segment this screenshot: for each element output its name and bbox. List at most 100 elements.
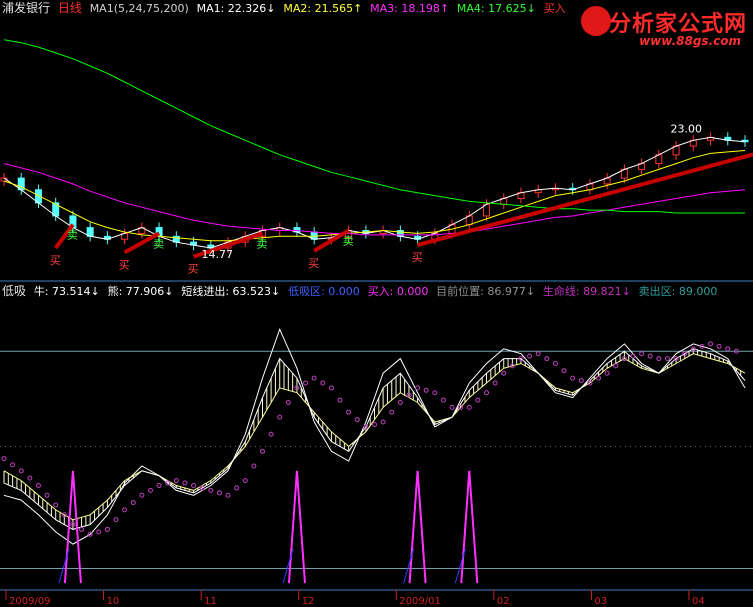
- indicator-line-3: [3, 348, 746, 530]
- x-axis-label: 2009/01: [399, 596, 441, 607]
- life-line-dot: [1, 456, 7, 462]
- chart-canvas: 买卖买卖买卖买卖买卖23.0014.772009/091011122009/01…: [0, 39, 753, 607]
- life-line-dot: [716, 343, 722, 349]
- buy-marker: 买: [188, 263, 199, 276]
- life-line-dot: [173, 478, 179, 484]
- life-line-dot: [268, 431, 274, 437]
- life-line-dot: [79, 526, 85, 532]
- low-zone-spike: [454, 548, 466, 584]
- life-line-dot: [440, 397, 446, 403]
- life-line-dot: [182, 480, 188, 486]
- life-line-dot: [664, 356, 670, 362]
- ma-line-2: [3, 150, 746, 242]
- life-line-dot: [725, 346, 731, 352]
- life-line-dot: [10, 462, 16, 468]
- life-line-dot: [380, 419, 386, 425]
- life-line-dot: [139, 492, 145, 498]
- life-line-dot: [570, 375, 576, 381]
- life-line-dot: [466, 404, 472, 410]
- life-line-dot: [156, 482, 162, 488]
- buy-marker: 买: [119, 258, 130, 271]
- life-line-dot: [216, 490, 222, 496]
- life-line-dot: [535, 351, 541, 357]
- life-line-dot: [596, 375, 602, 381]
- life-line-dot: [527, 353, 533, 359]
- life-line-dot: [303, 380, 309, 386]
- life-line-dot: [604, 370, 610, 376]
- life-line-dot: [475, 397, 481, 403]
- life-line-dot: [328, 385, 334, 391]
- life-line-dot: [492, 380, 498, 386]
- life-line-dot: [27, 475, 33, 481]
- life-line-dot: [354, 417, 360, 423]
- life-line-dot: [35, 482, 41, 488]
- life-line-dot: [234, 485, 240, 491]
- life-line-dot: [130, 500, 136, 506]
- indicator-line-2: [3, 353, 746, 521]
- life-line-dot: [397, 400, 403, 406]
- life-line-dot: [320, 380, 326, 386]
- life-line-dot: [96, 529, 102, 535]
- life-line-dot: [259, 448, 265, 454]
- life-line-dot: [613, 363, 619, 369]
- life-line-dot: [285, 400, 291, 406]
- life-line-dot: [53, 502, 59, 508]
- life-line-dot: [484, 390, 490, 396]
- life-line-dot: [501, 370, 507, 376]
- low-zone-spike: [282, 548, 294, 584]
- life-line-dot: [277, 414, 283, 420]
- ma-line-3: [3, 163, 746, 236]
- life-line-dot: [389, 409, 395, 415]
- life-line-dot: [708, 341, 714, 347]
- life-line-dot: [346, 409, 352, 415]
- life-line-dot: [544, 356, 550, 362]
- low-zone-spike: [403, 548, 415, 584]
- life-line-dot: [122, 507, 128, 513]
- trend-line: [417, 152, 753, 247]
- life-line-dot: [415, 385, 421, 391]
- x-axis-label: 12: [302, 596, 315, 607]
- life-line-dot: [423, 387, 429, 393]
- buy-marker: 买: [308, 257, 319, 270]
- buy-spike: [287, 470, 306, 584]
- life-line-dot: [44, 492, 50, 498]
- life-line-dot: [147, 487, 153, 493]
- x-axis-label: 04: [692, 596, 705, 607]
- life-line-dot: [578, 378, 584, 384]
- x-axis-label: 10: [107, 596, 120, 607]
- life-line-dot: [18, 468, 24, 474]
- indicator-line-1: [3, 327, 746, 545]
- life-line-dot: [561, 368, 567, 374]
- x-axis-label: 03: [594, 596, 607, 607]
- x-axis-label: 11: [204, 596, 217, 607]
- life-line-dot: [656, 356, 662, 362]
- life-line-dot: [552, 360, 558, 366]
- sell-marker: 卖: [153, 237, 164, 250]
- life-line-dot: [242, 478, 248, 484]
- life-line-dot: [432, 390, 438, 396]
- buy-marker: 买: [50, 254, 61, 267]
- sell-marker: 卖: [67, 229, 78, 242]
- life-line-dot: [647, 353, 653, 359]
- x-axis-label: 2009/09: [9, 596, 51, 607]
- buy-spike: [408, 470, 427, 584]
- life-line-dot: [113, 517, 119, 523]
- life-line-dot: [372, 421, 377, 427]
- sell-marker: 卖: [343, 235, 354, 248]
- x-axis-label: 02: [497, 596, 510, 607]
- chart-stage: { "top_header": { "stock_name": "浦发银行", …: [0, 0, 753, 607]
- low-price-label: 14.77: [202, 248, 234, 261]
- buy-spike: [460, 470, 479, 584]
- life-line-dot: [337, 397, 343, 403]
- life-line-dot: [104, 526, 110, 532]
- life-line-dot: [639, 351, 645, 357]
- life-line-dot: [191, 482, 197, 488]
- sell-marker: 卖: [256, 237, 267, 250]
- life-line-dot: [311, 375, 317, 381]
- life-line-dot: [449, 404, 455, 410]
- buy-marker: 买: [412, 251, 423, 264]
- life-line-dot: [251, 463, 257, 469]
- high-price-label: 23.00: [671, 122, 703, 135]
- low-zone-spike: [58, 548, 70, 584]
- life-line-dot: [225, 492, 231, 498]
